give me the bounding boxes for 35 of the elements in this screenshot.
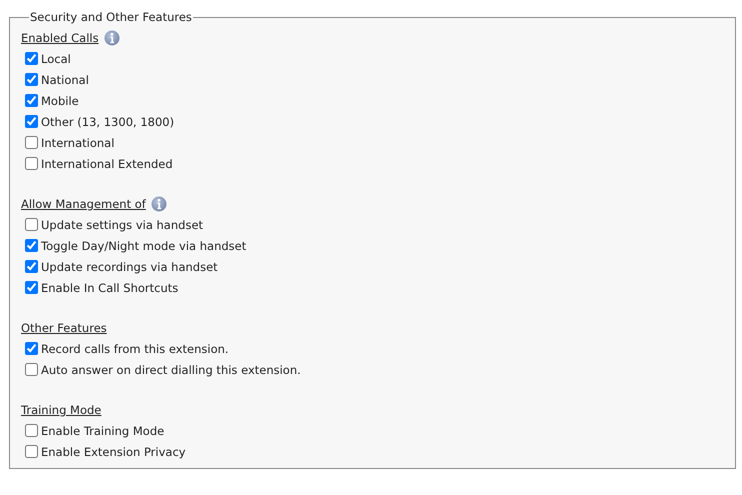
option-label: Enable Extension Privacy [41,444,186,458]
option-label: International Extended [41,156,173,170]
section-heading: Other Features [21,320,107,334]
section-heading: Enabled Calls [21,30,99,44]
checkbox[interactable] [25,73,38,86]
checkbox[interactable] [25,157,38,170]
checkbox[interactable] [25,218,38,231]
checkbox[interactable] [25,342,38,355]
checkbox[interactable] [25,239,38,252]
option-label: National [41,72,89,86]
option-label: Auto answer on direct dialling this extension. [41,362,301,376]
checkbox[interactable] [25,136,38,149]
option-label: Update recordings via handset [41,260,218,274]
option-label: Enable Training Mode [41,424,164,438]
checkbox[interactable] [25,260,38,273]
option-label: Update settings via handset [41,218,204,232]
section-heading: Training Mode [21,402,102,416]
option-label: Toggle Day/Night mode via handset [41,238,246,252]
checkbox[interactable] [25,115,38,128]
option-label: Enable In Call Shortcuts [41,280,178,294]
info-icon[interactable] [150,196,167,212]
section-heading: Allow Management of [21,196,146,210]
info-icon[interactable] [104,30,120,46]
option-label: Local [41,52,71,66]
option-label: Record calls from this extension. [41,342,229,356]
checkbox[interactable] [25,363,38,376]
option-label: Mobile [41,94,79,108]
option-label: Other (13, 1300, 1800) [41,114,174,128]
panel-title: Security and Other Features [29,10,193,24]
checkbox[interactable] [25,424,38,437]
checkbox[interactable] [25,281,38,294]
option-label: International [41,136,114,150]
checkbox[interactable] [25,52,38,65]
checkbox[interactable] [25,94,38,107]
checkbox[interactable] [25,445,38,458]
